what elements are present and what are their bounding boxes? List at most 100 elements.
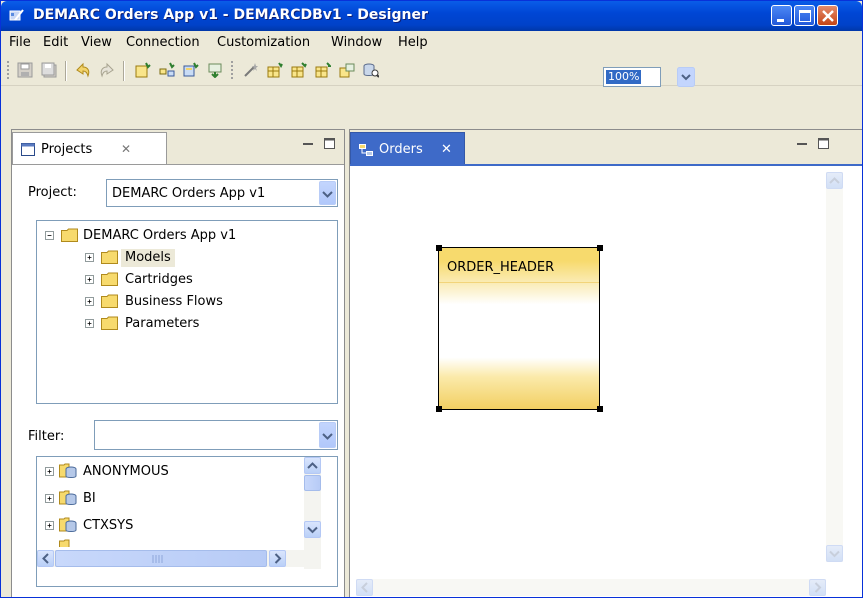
expand-icon[interactable] xyxy=(85,253,94,262)
expand-icon[interactable] xyxy=(45,467,54,476)
project-select[interactable]: DEMARC Orders App v1 xyxy=(106,179,338,207)
chevron-up-icon xyxy=(829,177,840,184)
schema-scrollbar-vertical[interactable] xyxy=(304,457,321,569)
undo-icon[interactable] xyxy=(75,62,91,78)
expand-icon[interactable] xyxy=(85,297,94,306)
panel-minimize-icon[interactable] xyxy=(797,140,807,148)
schema-item-ctxsys[interactable]: CTXSYS xyxy=(45,517,285,535)
projects-content: Project: DEMARC Orders App v1 DEMARC Ord… xyxy=(12,164,344,597)
close-button[interactable] xyxy=(817,5,838,26)
folder-icon xyxy=(101,250,118,264)
tab-orders[interactable]: Orders ✕ xyxy=(350,132,465,164)
save-icon[interactable] xyxy=(17,62,33,78)
magic-wand-icon[interactable] xyxy=(243,62,259,78)
resize-handle-bottom-left[interactable] xyxy=(436,406,442,412)
table-add-icon[interactable] xyxy=(267,62,283,78)
close-icon xyxy=(822,10,834,22)
menu-window[interactable]: Window xyxy=(331,35,382,50)
project-label: Project: xyxy=(28,185,77,200)
menu-bar: File Edit View Connection Customization … xyxy=(1,31,862,55)
redo-icon[interactable] xyxy=(99,62,115,78)
maximize-icon xyxy=(799,10,811,22)
tree-item-models[interactable]: Models xyxy=(85,249,245,267)
folder-icon xyxy=(61,228,78,242)
scroll-thumb[interactable] xyxy=(304,475,321,491)
panel-maximize-icon[interactable] xyxy=(324,138,335,149)
scroll-left-button[interactable] xyxy=(356,579,373,596)
table-link-icon[interactable] xyxy=(339,62,355,78)
toolbar-grip[interactable] xyxy=(7,61,9,81)
menu-file[interactable]: File xyxy=(9,35,31,50)
tab-close-icon[interactable]: ✕ xyxy=(441,142,452,157)
expand-icon[interactable] xyxy=(45,521,54,530)
tree-item-label: Cartridges xyxy=(125,272,193,287)
entity-order-header[interactable]: ORDER_HEADER xyxy=(438,247,600,410)
schema-item-anonymous[interactable]: ANONYMOUS xyxy=(45,463,285,481)
tree-item-business-flows[interactable]: Business Flows xyxy=(85,293,265,311)
scroll-down-button[interactable] xyxy=(826,545,843,562)
diagram-editor: Orders ✕ xyxy=(349,129,862,597)
tree-item-label: Business Flows xyxy=(125,294,223,309)
schema-scrollbar-horizontal[interactable] xyxy=(37,550,304,567)
scroll-right-button[interactable] xyxy=(269,550,286,567)
canvas-scrollbar-vertical[interactable] xyxy=(826,172,843,562)
entity-title: ORDER_HEADER xyxy=(447,260,555,275)
schema-item-label: BI xyxy=(83,491,96,506)
chevron-down-icon xyxy=(677,67,695,87)
project-dropdown-button[interactable] xyxy=(319,181,336,205)
chevron-right-icon xyxy=(274,553,282,564)
new-relation-icon[interactable] xyxy=(207,62,223,78)
menu-help[interactable]: Help xyxy=(398,35,428,50)
filter-dropdown-button[interactable] xyxy=(319,422,336,448)
resize-handle-top-right[interactable] xyxy=(597,245,603,251)
project-tree[interactable]: DEMARC Orders App v1 Models Cartridges B… xyxy=(36,220,338,404)
tree-item-cartridges[interactable]: Cartridges xyxy=(85,271,245,289)
save-all-icon[interactable] xyxy=(41,62,57,78)
scroll-up-button[interactable] xyxy=(304,457,321,474)
new-diagram-icon[interactable] xyxy=(159,62,175,78)
schema-tree[interactable]: ANONYMOUS BI CTXSYS xyxy=(36,456,338,587)
resize-handle-top-left[interactable] xyxy=(436,245,442,251)
expand-icon[interactable] xyxy=(85,275,94,284)
minimize-button[interactable] xyxy=(771,5,792,26)
scroll-up-button[interactable] xyxy=(826,172,843,189)
panel-minimize-icon[interactable] xyxy=(303,140,313,148)
canvas-scrollbar-horizontal[interactable] xyxy=(356,579,826,596)
tree-item-label: DEMARC Orders App v1 xyxy=(83,228,237,243)
tab-close-icon[interactable]: ✕ xyxy=(121,142,131,156)
menu-connection[interactable]: Connection xyxy=(126,35,200,50)
filter-input[interactable] xyxy=(94,420,338,450)
scroll-right-button[interactable] xyxy=(809,579,826,596)
menu-customization[interactable]: Customization xyxy=(217,35,310,50)
collapse-icon[interactable] xyxy=(45,231,54,240)
toolbar-separator xyxy=(123,61,125,81)
title-bar[interactable]: DEMARC Orders App v1 - DEMARCDBv1 - Desi… xyxy=(1,1,862,31)
schema-item-bi[interactable]: BI xyxy=(45,490,285,508)
menu-view[interactable]: View xyxy=(81,35,112,50)
new-model-icon[interactable] xyxy=(135,62,151,78)
menu-edit[interactable]: Edit xyxy=(43,35,68,50)
tree-item-root[interactable]: DEMARC Orders App v1 xyxy=(45,227,325,245)
resize-handle-bottom-right[interactable] xyxy=(597,406,603,412)
database-search-icon[interactable] xyxy=(363,62,379,78)
diagram-canvas[interactable] xyxy=(350,164,862,597)
tab-projects[interactable]: Projects ✕ xyxy=(12,132,167,164)
tab-projects-label: Projects xyxy=(41,142,93,157)
panel-maximize-icon[interactable] xyxy=(818,138,829,149)
expand-icon[interactable] xyxy=(85,319,94,328)
scroll-down-button[interactable] xyxy=(304,521,321,538)
toolbar-grip[interactable] xyxy=(231,61,233,81)
scroll-thumb[interactable] xyxy=(55,550,267,567)
tree-item-parameters[interactable]: Parameters xyxy=(85,315,245,333)
zoom-dropdown-button[interactable] xyxy=(677,67,695,87)
table-import-icon[interactable] xyxy=(291,62,307,78)
zoom-combo[interactable]: 100% xyxy=(603,67,661,87)
tree-item-label: Parameters xyxy=(125,316,200,331)
minimize-icon xyxy=(777,19,784,22)
new-entity-icon[interactable] xyxy=(183,62,199,78)
table-export-icon[interactable] xyxy=(315,62,331,78)
expand-icon[interactable] xyxy=(45,494,54,503)
scroll-left-button[interactable] xyxy=(37,550,54,567)
window-icon xyxy=(21,143,35,156)
maximize-button[interactable] xyxy=(794,5,815,26)
